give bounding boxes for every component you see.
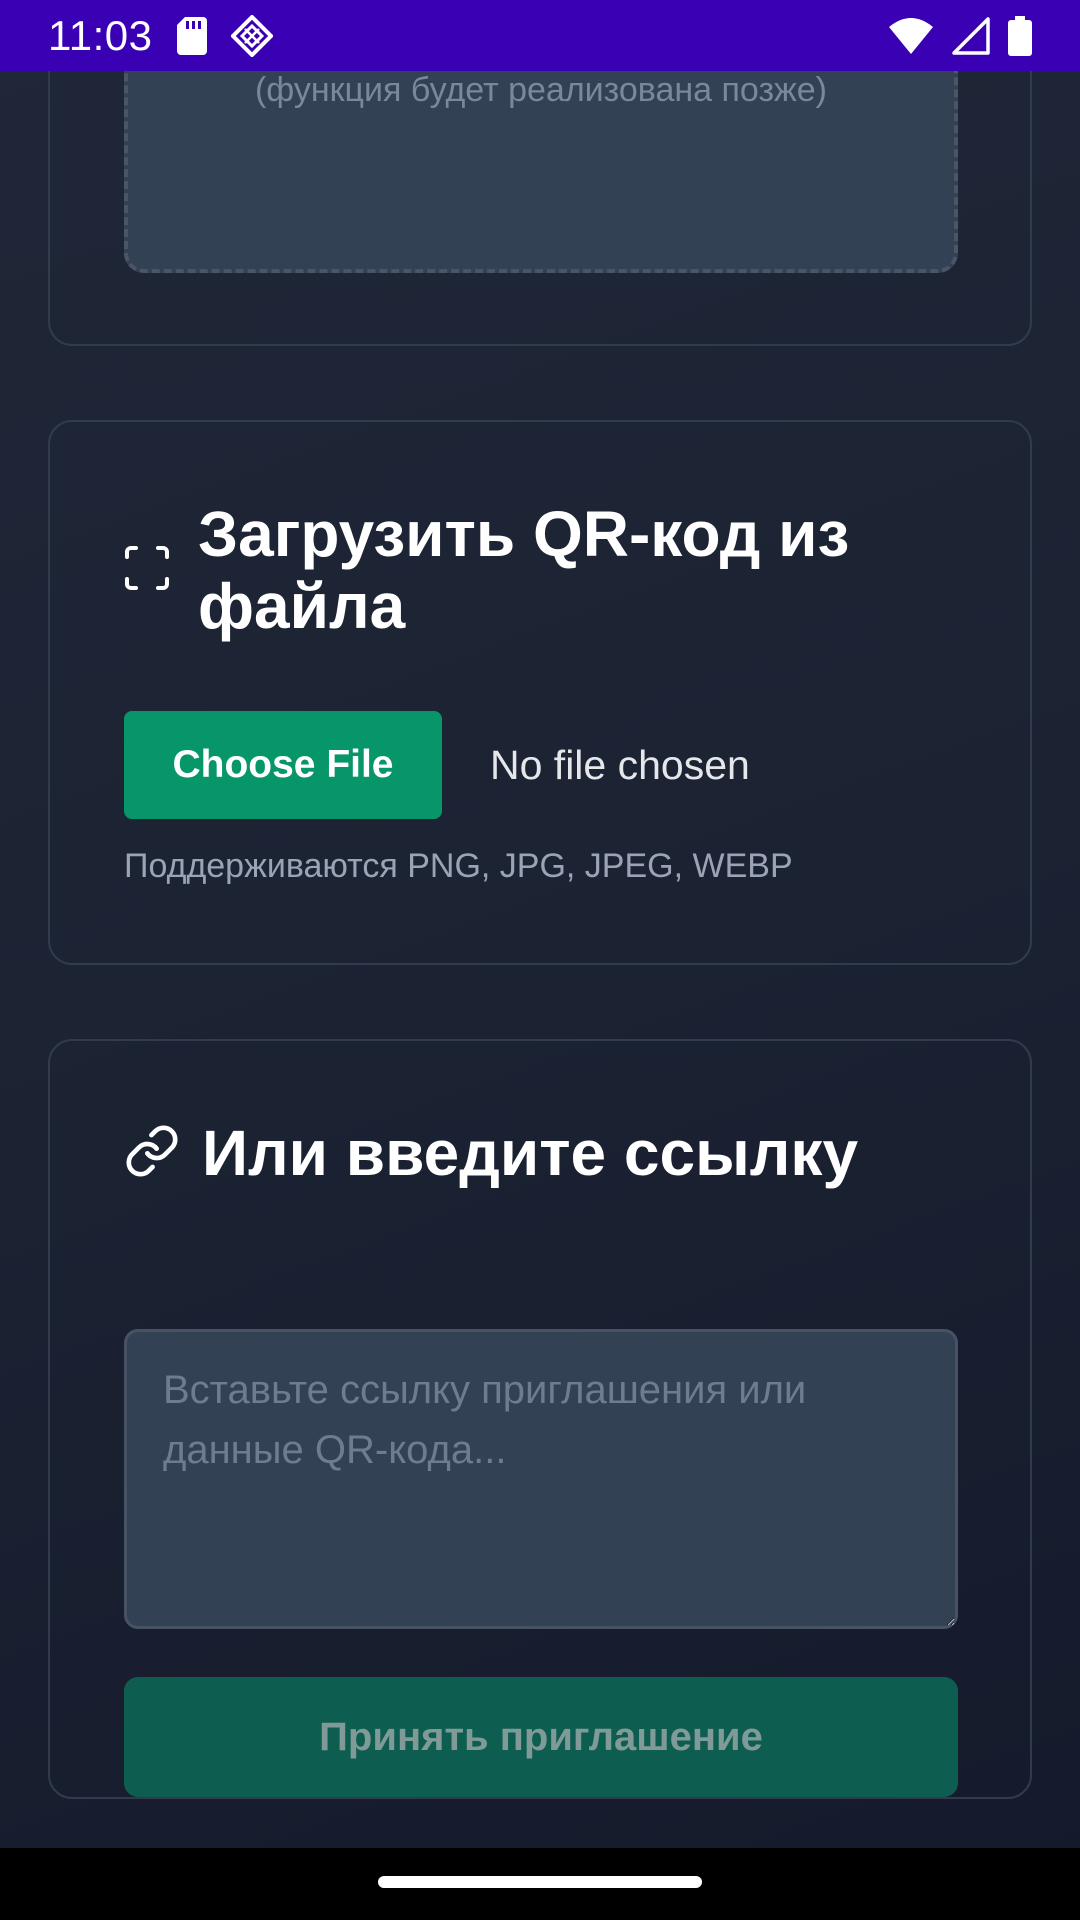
supported-formats-hint: Поддерживаются PNG, JPG, JPEG, WEBP [124, 847, 793, 885]
status-bar: 11:03 [0, 0, 1080, 71]
camera-note: (функция будет реализована позже) [254, 71, 828, 109]
wifi-icon [888, 17, 934, 55]
invite-link-input[interactable] [124, 1329, 958, 1629]
status-left-icons [176, 14, 273, 57]
page-content: (функция будет реализована позже) Загруз… [0, 71, 1080, 1848]
qr-scan-frame-icon [124, 545, 170, 596]
file-card-title: Загрузить QR-код из файла [198, 498, 850, 642]
file-upload-card: Загрузить QR-код из файла Choose File No… [48, 420, 1032, 965]
diamond-app-icon [230, 14, 273, 57]
camera-card: (функция будет реализована позже) [48, 71, 1032, 346]
status-right-icons [888, 15, 1032, 56]
navigation-bar [0, 1848, 1080, 1920]
file-status-text: No file chosen [490, 741, 750, 788]
status-time: 11:03 [48, 11, 153, 59]
link-card-title: Или введите ссылку [202, 1117, 859, 1189]
file-input-row: Choose File No file chosen [124, 711, 750, 819]
file-card-header: Загрузить QR-код из файла [124, 498, 944, 642]
link-card: Или введите ссылку Принять приглашение [48, 1039, 1032, 1799]
battery-icon [1008, 15, 1032, 56]
link-card-header: Или введите ссылку [124, 1113, 858, 1193]
accept-invitation-button[interactable]: Принять приглашение [124, 1677, 958, 1797]
cell-signal-icon [952, 16, 990, 55]
link-icon [124, 1123, 180, 1184]
camera-scanner-area: (функция будет реализована позже) [124, 71, 958, 273]
home-gesture-handle[interactable] [378, 1876, 702, 1888]
choose-file-button[interactable]: Choose File [124, 711, 442, 819]
sd-card-icon [176, 16, 207, 55]
